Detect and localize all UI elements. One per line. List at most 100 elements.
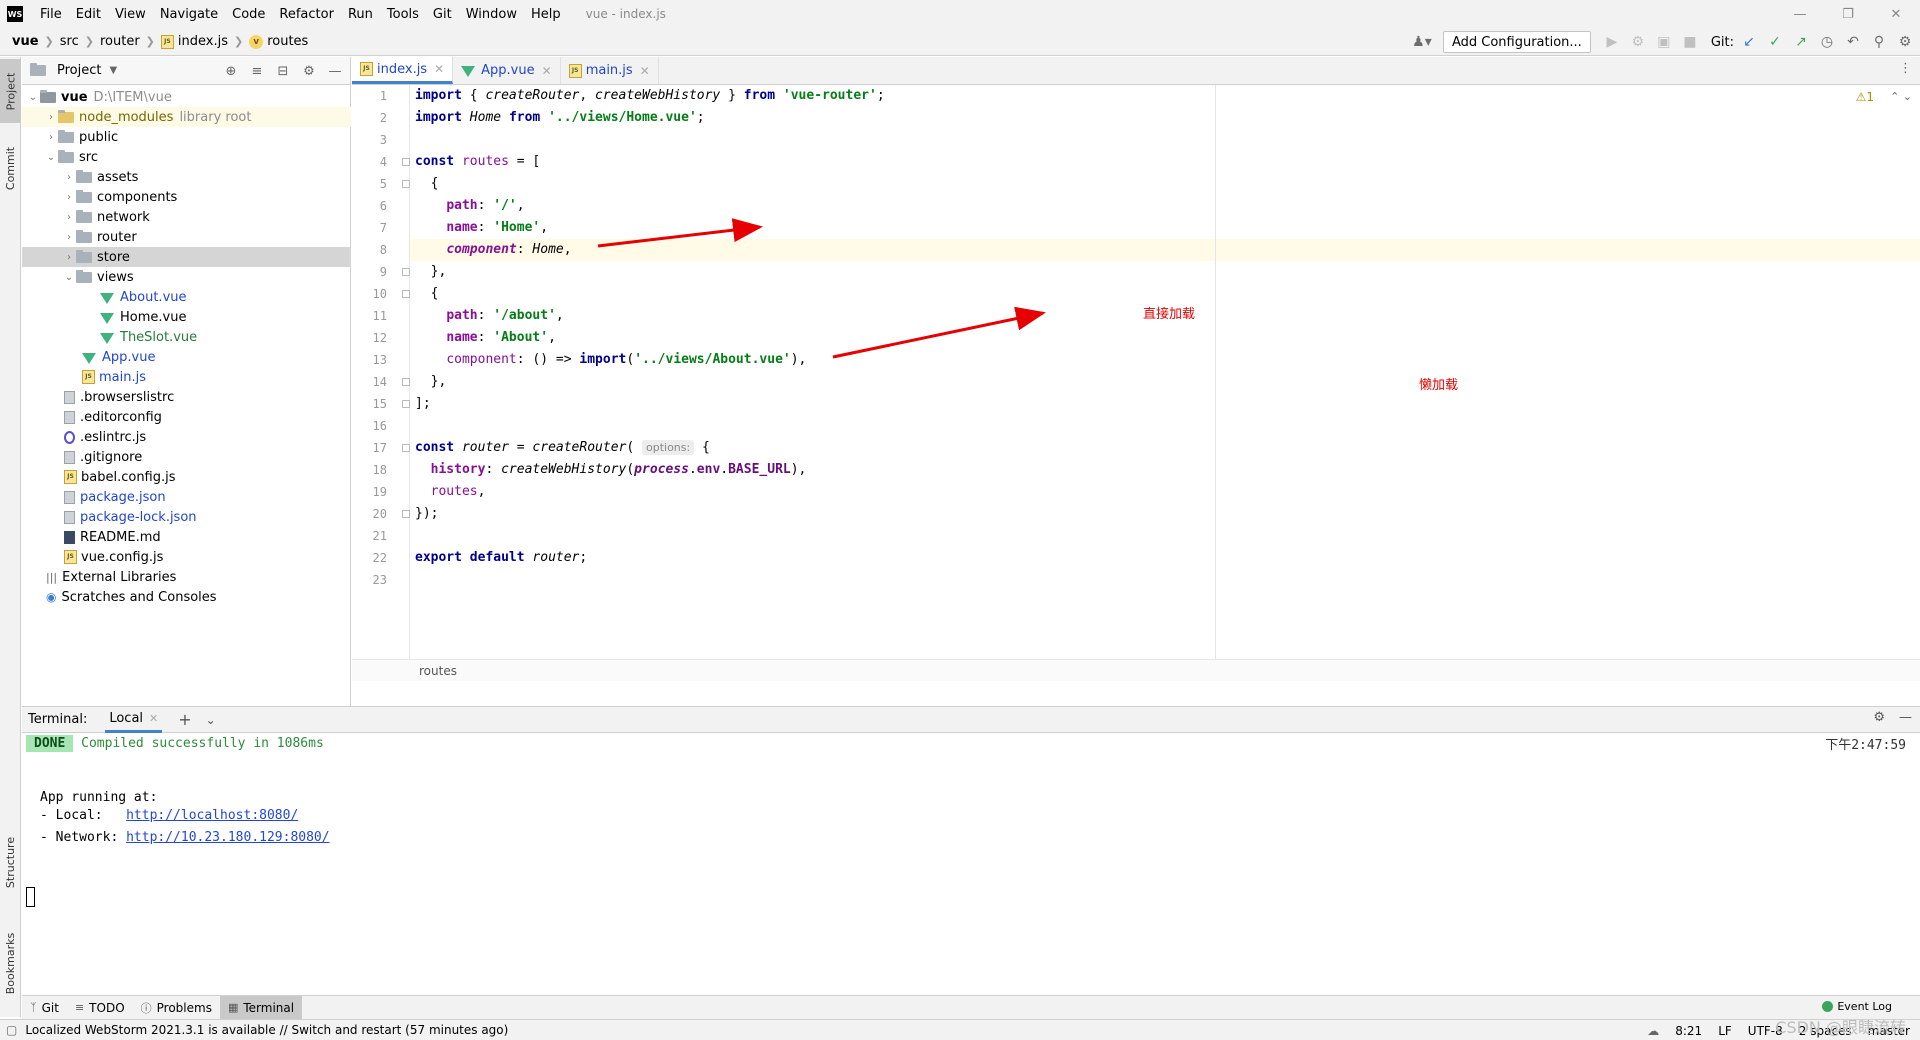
warning-nav-icon[interactable]: ⌃ ⌄ [1890,90,1912,103]
fold-marker-icon[interactable] [402,158,410,166]
tree-item-network[interactable]: › network [22,207,351,227]
side-tab-structure[interactable]: Structure [0,817,21,907]
fold-marker-icon[interactable] [402,268,410,276]
gear-icon[interactable]: ⚙ [298,60,320,82]
chevron-down-icon[interactable]: ⌄ [62,272,76,283]
tree-item-router[interactable]: › router [22,227,351,247]
breadcrumb-index-js[interactable]: JS index.js [157,34,232,49]
git-update-icon[interactable]: ↙ [1738,31,1760,53]
tree-item-main-js[interactable]: JS main.js [22,367,351,387]
tree-item-theslot-vue[interactable]: TheSlot.vue [22,327,351,347]
tree-item-vue[interactable]: ⌄ vue D:\ITEM\vue [22,87,351,107]
menu-refactor[interactable]: Refactor [272,7,341,22]
menu-window[interactable]: Window [459,7,524,22]
side-tab-commit[interactable]: Commit [0,133,21,203]
tree-item-browserslistrc[interactable]: .browserslistrc [22,387,351,407]
indexing-icon[interactable]: ☁ [1647,1024,1659,1038]
fold-marker-icon[interactable] [402,400,410,408]
terminal-output[interactable]: DONE Compiled successfully in 1086ms 下午2… [22,733,1920,995]
tree-item-external-libraries[interactable]: ||| External Libraries [22,567,351,587]
code-editor[interactable]: 1 2 3 4 5 6 7 8 9 10 11 12 13 14 15 16 17 18 19 20 21 22 23 im… [352,85,1920,681]
menu-tools[interactable]: Tools [380,7,426,22]
fold-marker-icon[interactable] [402,180,410,188]
tree-item-app-vue[interactable]: App.vue [22,347,351,367]
new-terminal-icon[interactable]: + [178,710,191,729]
terminal-tab-local[interactable]: Local ✕ [105,707,163,733]
menu-code[interactable]: Code [225,7,272,22]
coverage-icon[interactable]: ▣ [1653,31,1675,53]
tab-app-vue[interactable]: App.vue ✕ [453,57,561,84]
tree-item-about-vue[interactable]: About.vue [22,287,351,307]
chevron-right-icon[interactable]: › [62,252,76,263]
menu-file[interactable]: File [33,7,69,22]
close-window-icon[interactable]: ✕ [1872,0,1920,28]
caret-position[interactable]: 8:21 [1675,1024,1702,1038]
breadcrumb-router[interactable]: router [96,34,144,49]
tree-item-assets[interactable]: › assets [22,167,351,187]
tab-main-js[interactable]: JS main.js ✕ [561,57,659,84]
tree-item-store[interactable]: › store [22,247,351,267]
chevron-right-icon[interactable]: › [62,172,76,183]
tool-tab-todo[interactable]: ≡ TODO [67,996,133,1020]
settings-gear-icon[interactable]: ⚙ [1894,31,1916,53]
minimize-icon[interactable]: — [1776,0,1824,28]
tree-item-node-modules[interactable]: › node_modules library root [22,107,351,127]
close-tab-icon[interactable]: ✕ [434,62,444,76]
breadcrumb-src[interactable]: src [56,34,83,49]
network-url-link[interactable]: http://10.23.180.129:8080/ [126,830,330,845]
git-push-icon[interactable]: ↗ [1790,31,1812,53]
close-tab-icon[interactable]: ✕ [542,64,552,78]
tree-item-eslintrc[interactable]: .eslintrc.js [22,427,351,447]
tree-item-editorconfig[interactable]: .editorconfig [22,407,351,427]
tab-index-js[interactable]: JS index.js ✕ [352,57,454,84]
close-tab-icon[interactable]: ✕ [149,712,158,725]
add-configuration-button[interactable]: Add Configuration... [1442,31,1591,53]
fold-marker-icon[interactable] [402,378,410,386]
chevron-right-icon[interactable]: › [62,212,76,223]
breadcrumb-vue[interactable]: vue [0,34,43,49]
user-icon[interactable]: ♟▾ [1411,31,1433,53]
hide-icon[interactable]: — [1899,710,1912,725]
tool-tab-problems[interactable]: ⓘ Problems [133,996,220,1020]
line-separator[interactable]: LF [1718,1024,1732,1038]
fold-marker-icon[interactable] [402,444,410,452]
chevron-down-icon[interactable]: ⌄ [26,92,40,103]
tree-item-vue-config[interactable]: JS vue.config.js [22,547,351,567]
tree-item-home-vue[interactable]: Home.vue [22,307,351,327]
tree-item-babel-config[interactable]: JS babel.config.js [22,467,351,487]
menu-edit[interactable]: Edit [69,7,108,22]
history-icon[interactable]: ◷ [1816,31,1838,53]
tree-item-components[interactable]: › components [22,187,351,207]
menu-git[interactable]: Git [426,7,459,22]
chevron-right-icon[interactable]: › [44,112,58,123]
rollback-icon[interactable]: ↶ [1842,31,1864,53]
tree-item-package-json[interactable]: package.json [22,487,351,507]
git-commit-icon[interactable]: ✓ [1764,31,1786,53]
chevron-right-icon[interactable]: › [62,232,76,243]
menu-help[interactable]: Help [524,7,568,22]
tool-tab-terminal[interactable]: ▦ Terminal [219,995,303,1020]
fold-marker-icon[interactable] [402,510,410,518]
tree-item-package-lock-json[interactable]: package-lock.json [22,507,351,527]
project-view-selector[interactable]: Project [57,63,101,78]
code-breadcrumb[interactable]: routes [352,659,1920,681]
tree-item-src[interactable]: ⌄ src [22,147,351,167]
debug-icon[interactable]: ⚙ [1627,31,1649,53]
menu-run[interactable]: Run [341,7,380,22]
hide-icon[interactable]: — [324,60,346,82]
menu-navigate[interactable]: Navigate [153,7,225,22]
local-url-link[interactable]: http://localhost:8080/ [126,808,298,823]
tool-tab-git[interactable]: ᛉ Git [22,996,67,1020]
more-tabs-icon[interactable]: ⋮ [1899,61,1912,76]
locate-icon[interactable]: ⊕ [220,60,242,82]
stop-icon[interactable]: ■ [1679,31,1701,53]
run-icon[interactable]: ▶ [1601,31,1623,53]
chevron-right-icon[interactable]: › [62,192,76,203]
tree-item-scratches[interactable]: ◉ Scratches and Consoles [22,587,351,607]
warning-count[interactable]: ⚠1 [1856,90,1874,104]
menu-view[interactable]: View [108,7,153,22]
search-icon[interactable]: ⚲ [1868,31,1890,53]
status-message[interactable]: Localized WebStorm 2021.3.1 is available… [25,1023,508,1037]
collapse-all-icon[interactable]: ⊟ [272,60,294,82]
chevron-down-icon[interactable]: ▼ [109,65,117,76]
